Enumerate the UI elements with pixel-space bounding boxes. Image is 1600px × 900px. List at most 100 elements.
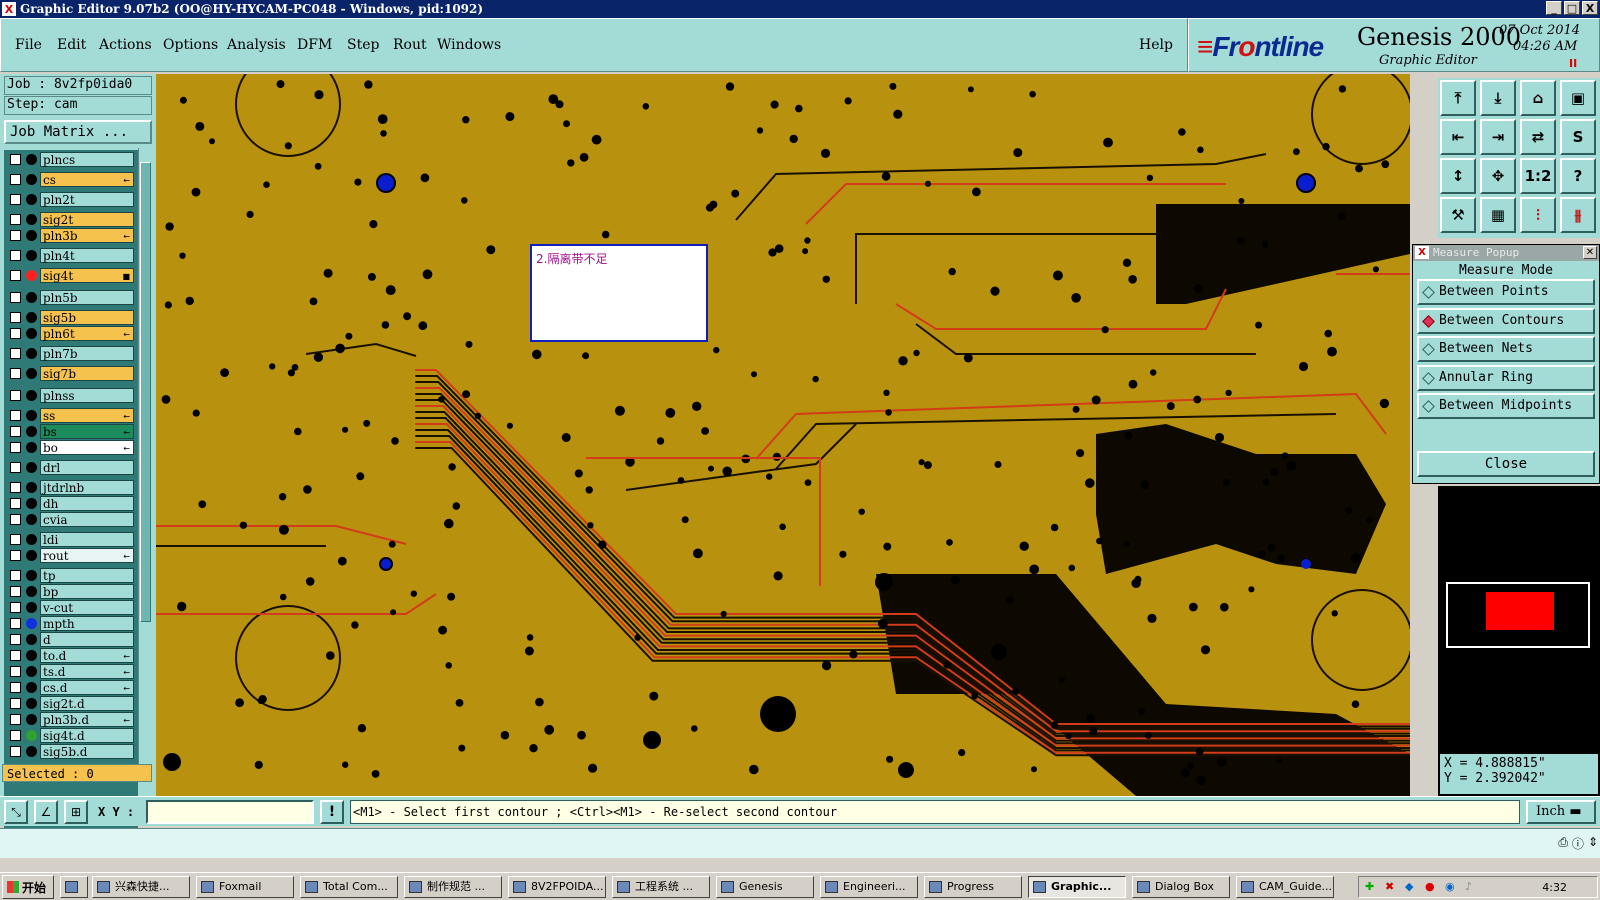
popup-title[interactable]: Measure Popup xyxy=(1413,245,1599,261)
layer-row-pln3b[interactable]: pln3b ← xyxy=(6,228,136,243)
layer-checkbox[interactable] xyxy=(10,312,21,323)
layer-name[interactable]: tp xyxy=(40,568,134,583)
layer-name[interactable]: mpth xyxy=(40,616,134,631)
layer-row-cs-d[interactable]: cs.d ← xyxy=(6,680,136,695)
menu-file[interactable]: File xyxy=(15,37,42,53)
layer-row-to-d[interactable]: to.d ← xyxy=(6,648,136,663)
taskbar-item[interactable]: Engineeri... xyxy=(820,876,918,898)
layer-row-pln7b[interactable]: pln7b xyxy=(6,346,136,361)
layer-checkbox[interactable] xyxy=(10,730,21,741)
grid-icon[interactable]: ▦ xyxy=(1480,197,1516,233)
layer-name[interactable]: pln3b ← xyxy=(40,228,134,243)
layer-row-v-cut[interactable]: v-cut xyxy=(6,600,136,615)
menu-edit[interactable]: Edit xyxy=(57,37,86,53)
job-matrix-button[interactable]: Job Matrix ... xyxy=(4,120,152,144)
home-icon[interactable]: ⌂ xyxy=(1520,80,1556,116)
overview-map[interactable] xyxy=(1446,582,1590,648)
layer-row-tp[interactable]: tp xyxy=(6,568,136,583)
measure-tool-icon[interactable]: ⚒ xyxy=(1440,197,1476,233)
layer-checkbox[interactable] xyxy=(10,194,21,205)
layer-name[interactable]: pln2t xyxy=(40,192,134,207)
maximize-button[interactable]: □ xyxy=(1564,1,1580,15)
layer-name[interactable]: sig2t xyxy=(40,212,134,227)
layer-name[interactable]: jtdrlnb xyxy=(40,480,134,495)
layer-list[interactable]: plncs cs ← pln2t sig2t pln3b ← pln4t sig4t ■ pln5b… xyxy=(4,150,138,842)
taskbar-item[interactable]: CAM_Guide... xyxy=(1236,876,1334,898)
zoom-down-icon[interactable]: ⤓ xyxy=(1480,80,1516,116)
layer-row-sig5b-d[interactable]: sig5b.d xyxy=(6,744,136,759)
layer-name[interactable]: drl xyxy=(40,460,134,475)
minimize-button[interactable]: _ xyxy=(1546,1,1562,15)
layer-row-pln6t[interactable]: pln6t ← xyxy=(6,326,136,341)
layer-checkbox[interactable] xyxy=(10,328,21,339)
zoom-all-icon[interactable]: ✥ xyxy=(1480,158,1516,194)
layer-checkbox[interactable] xyxy=(10,292,21,303)
taskbar-item[interactable]: Genesis xyxy=(716,876,814,898)
layer-checkbox[interactable] xyxy=(10,348,21,359)
layer-name[interactable]: ts.d ← xyxy=(40,664,134,679)
layer-checkbox[interactable] xyxy=(10,550,21,561)
layer-row-bo[interactable]: bo ← xyxy=(6,440,136,455)
layer-checkbox[interactable] xyxy=(10,498,21,509)
overview-viewport[interactable] xyxy=(1486,592,1554,630)
zoom-home-icon[interactable]: ⤒ xyxy=(1440,80,1476,116)
scale-one-to-two-icon[interactable]: 1:2 xyxy=(1520,158,1556,194)
scrollbar-thumb[interactable] xyxy=(140,162,151,622)
tray-x-icon[interactable]: ✖ xyxy=(1385,880,1394,893)
layer-row-plncs[interactable]: plncs xyxy=(6,152,136,167)
layer-checkbox[interactable] xyxy=(10,666,21,677)
measure-option-between-points[interactable]: Between Points xyxy=(1417,279,1595,305)
layer-checkbox[interactable] xyxy=(10,746,21,757)
layer-row-d[interactable]: d xyxy=(6,632,136,647)
layer-row-drl[interactable]: drl xyxy=(6,460,136,475)
layer-checkbox[interactable] xyxy=(10,482,21,493)
measure-option-between-contours[interactable]: Between Contours xyxy=(1417,307,1595,334)
window-title-bar[interactable]: X Graphic Editor 9.07b2 (OO@HY-HYCAM-PC0… xyxy=(0,0,1600,18)
show-desktop-icon[interactable] xyxy=(60,876,88,898)
menu-dfm[interactable]: DFM xyxy=(297,37,332,53)
menu-windows[interactable]: Windows xyxy=(437,37,501,53)
layer-row-sig4t[interactable]: sig4t ■ xyxy=(6,268,136,283)
layer-name[interactable]: cvia xyxy=(40,512,134,527)
layer-row-pln3b-d[interactable]: pln3b.d ← xyxy=(6,712,136,727)
layer-name[interactable]: bs ← xyxy=(40,424,134,439)
pan-left-icon[interactable]: ⇤ xyxy=(1440,119,1476,155)
layer-row-cvia[interactable]: cvia xyxy=(6,512,136,527)
expand-icon[interactable]: ⇕ xyxy=(1588,835,1598,852)
layer-checkbox[interactable] xyxy=(10,368,21,379)
layer-checkbox[interactable] xyxy=(10,214,21,225)
layer-checkbox[interactable] xyxy=(10,570,21,581)
layer-checkbox[interactable] xyxy=(10,698,21,709)
measure-option-between-midpoints[interactable]: Between Midpoints xyxy=(1417,393,1595,420)
close-window-button[interactable]: X xyxy=(1582,1,1598,15)
tray-chat-icon[interactable]: ◉ xyxy=(1445,880,1455,893)
layer-row-ldi[interactable]: ldi xyxy=(6,532,136,547)
xy-input[interactable] xyxy=(146,800,314,824)
taskbar-item[interactable]: Progress xyxy=(924,876,1022,898)
layer-checkbox[interactable] xyxy=(10,586,21,597)
layer-name[interactable]: sig2t.d xyxy=(40,696,134,711)
zoom-vertical-icon[interactable]: ↕ xyxy=(1440,158,1476,194)
taskbar-item[interactable]: Foxmail xyxy=(196,876,294,898)
app-icon[interactable]: X xyxy=(2,2,16,16)
layer-checkbox[interactable] xyxy=(10,650,21,661)
layer-row-ss[interactable]: ss ← xyxy=(6,408,136,423)
layer-name[interactable]: sig4t ■ xyxy=(40,268,134,283)
layer-row-plnss[interactable]: plnss xyxy=(6,388,136,403)
unit-selector[interactable]: Inch ▬ xyxy=(1526,800,1596,824)
snap-icon[interactable]: S xyxy=(1560,119,1596,155)
popup-close-icon[interactable]: ✕ xyxy=(1583,246,1597,259)
taskbar-item[interactable]: 工程系统 ... xyxy=(612,876,710,898)
layer-row-sig4t-d[interactable]: sig4t.d xyxy=(6,728,136,743)
help-circle-icon[interactable]: ⓘ xyxy=(1572,835,1584,852)
layer-name[interactable]: to.d ← xyxy=(40,648,134,663)
layer-checkbox[interactable] xyxy=(10,462,21,473)
layer-checkbox[interactable] xyxy=(10,154,21,165)
tray-security-icon[interactable]: ● xyxy=(1425,880,1435,893)
taskbar-item[interactable]: 制作规范 ... xyxy=(404,876,502,898)
tray-app-icon[interactable]: ◆ xyxy=(1405,880,1413,893)
net-highlight-icon[interactable]: ⫶ xyxy=(1520,197,1556,233)
taskbar-item[interactable]: Dialog Box xyxy=(1132,876,1230,898)
layer-row-mpth[interactable]: mpth xyxy=(6,616,136,631)
menu-step[interactable]: Step xyxy=(347,37,379,53)
